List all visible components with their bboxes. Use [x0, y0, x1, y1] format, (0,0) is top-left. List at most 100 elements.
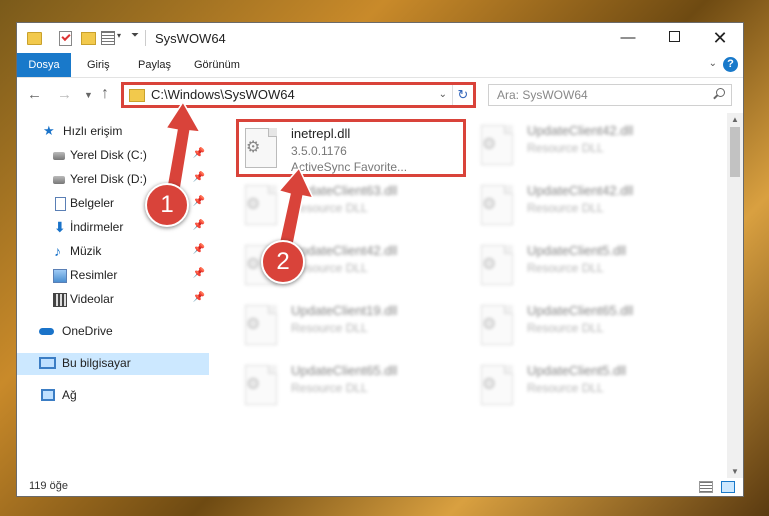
pin-icon[interactable]: 📌 — [193, 196, 205, 207]
customize-toolbar-icon[interactable]: ⏷ — [131, 30, 139, 44]
file-type: Resource DLL — [291, 381, 368, 395]
ribbon-tabs: Dosya Giriş Paylaş Görünüm ⌄ ? — [17, 53, 743, 78]
file-version: 3.5.0.1176 — [291, 144, 347, 158]
file-item[interactable]: ⚙ UpdateClient65.dll Resource DLL — [239, 359, 469, 417]
tab-share[interactable]: Paylaş — [138, 53, 171, 77]
download-icon: ⬇ — [54, 219, 66, 235]
sidebar-item-onedrive[interactable]: OneDrive — [17, 321, 209, 343]
gear-icon: ⚙ — [246, 316, 261, 333]
file-type: Resource DLL — [527, 321, 604, 335]
vertical-scrollbar[interactable]: ▲ ▼ — [727, 113, 743, 478]
tab-file[interactable]: Dosya — [17, 53, 71, 77]
close-button[interactable]: ✕ — [697, 23, 743, 53]
file-item-inetrepl[interactable]: ⚙ inetrepl.dll 3.5.0.1176 ActiveSync Fav… — [236, 119, 466, 177]
navigation-bar: ← → ▼ ↑ C:\Windows\SysWOW64 ⌄ ↻ Ara: Sys… — [17, 78, 743, 112]
maximize-button[interactable] — [651, 23, 697, 53]
file-item[interactable]: ⚙ UpdateClient5.dll Resource DLL — [475, 239, 705, 297]
pin-icon[interactable]: 📌 — [193, 148, 205, 159]
help-icon[interactable]: ? — [723, 57, 738, 72]
music-icon: ♪ — [54, 243, 61, 259]
sidebar-item-label: Belgeler — [70, 196, 115, 210]
scroll-up-icon[interactable]: ▲ — [731, 115, 739, 124]
file-name: UpdateClient63.dll — [291, 183, 398, 198]
sidebar-item-label: Resimler — [70, 268, 118, 282]
file-type: Resource DLL — [291, 201, 368, 215]
view-options-icon[interactable] — [101, 31, 115, 45]
up-arrow-icon[interactable]: ↑ — [101, 85, 109, 103]
sidebar-item-this-pc[interactable]: Bu bilgisayar — [17, 353, 209, 375]
pin-icon[interactable]: 📌 — [193, 292, 205, 303]
address-bar[interactable]: C:\Windows\SysWOW64 ⌄ ↻ — [121, 82, 476, 108]
file-item[interactable]: ⚙ UpdateClient19.dll Resource DLL — [239, 299, 469, 357]
tab-view[interactable]: Görünüm — [194, 53, 240, 77]
chevron-down-icon[interactable]: ▾ — [117, 31, 121, 45]
computer-icon — [39, 357, 56, 369]
file-name: UpdateClient65.dll — [527, 303, 634, 318]
file-description: ActiveSync Favorite... — [291, 160, 408, 174]
sidebar-item-disk-c[interactable]: Yerel Disk (C:) 📌 — [17, 145, 209, 167]
disk-icon — [53, 176, 65, 184]
gear-icon: ⚙ — [246, 376, 261, 393]
expand-ribbon-icon[interactable]: ⌄ — [709, 58, 717, 69]
details-view-icon[interactable] — [699, 481, 713, 493]
pin-icon[interactable]: 📌 — [193, 244, 205, 255]
file-list: ⚙ inetrepl.dll 3.5.0.1176 ActiveSync Fav… — [213, 113, 725, 478]
file-name: UpdateClient5.dll — [527, 363, 627, 378]
folder-icon[interactable] — [27, 32, 42, 45]
sidebar-item-pictures[interactable]: Resimler 📌 — [17, 265, 209, 287]
file-name: UpdateClient42.dll — [527, 123, 634, 138]
file-item[interactable]: ⚙ UpdateClient65.dll Resource DLL — [475, 299, 705, 357]
file-name: UpdateClient5.dll — [527, 243, 627, 258]
back-arrow-icon[interactable]: ← — [27, 86, 42, 103]
title-bar: ▾ ⏷ SysWOW64 — ✕ — [17, 23, 743, 53]
sidebar-item-label: Hızlı erişim — [63, 124, 123, 138]
sidebar-item-videos[interactable]: Videolar 📌 — [17, 289, 209, 311]
chevron-down-icon[interactable]: ⌄ — [439, 89, 447, 100]
sidebar-item-network[interactable]: Ağ — [17, 385, 209, 407]
large-icons-view-icon[interactable] — [721, 481, 735, 493]
file-item[interactable]: ⚙ UpdateClient42.dll Resource DLL — [475, 179, 705, 237]
pin-icon[interactable]: 📌 — [193, 268, 205, 279]
forward-arrow-icon[interactable]: → — [57, 86, 72, 103]
item-count: 119 öğe — [29, 480, 68, 492]
file-name: UpdateClient19.dll — [291, 303, 398, 318]
file-type: Resource DLL — [527, 381, 604, 395]
refresh-icon[interactable]: ↻ — [452, 85, 473, 105]
minimize-button[interactable]: — — [605, 23, 651, 53]
file-name: UpdateClient42.dll — [291, 243, 398, 258]
tab-home[interactable]: Giriş — [87, 53, 110, 77]
file-item[interactable]: ⚙ UpdateClient42.dll Resource DLL — [475, 119, 705, 177]
scroll-down-icon[interactable]: ▼ — [731, 467, 739, 476]
search-input[interactable]: Ara: SysWOW64 — [488, 84, 732, 106]
navigation-pane: ★ Hızlı erişim Yerel Disk (C:) 📌 Yerel D… — [17, 113, 213, 478]
step-1-badge: 1 — [145, 183, 189, 227]
pin-icon[interactable]: 📌 — [193, 220, 205, 231]
gear-icon: ⚙ — [482, 196, 497, 213]
pictures-icon — [53, 269, 67, 283]
pin-icon[interactable]: 📌 — [193, 172, 205, 183]
sidebar-item-label: OneDrive — [62, 324, 113, 338]
status-bar: 119 öğe — [17, 476, 743, 496]
sidebar-item-music[interactable]: ♪ Müzik 📌 — [17, 241, 209, 263]
sidebar-item-label: İndirmeler — [70, 220, 124, 234]
properties-check-icon[interactable] — [59, 31, 72, 46]
recent-locations-icon[interactable]: ▼ — [84, 90, 93, 100]
search-icon[interactable] — [716, 88, 725, 97]
sidebar-item-quick-access[interactable]: ★ Hızlı erişim — [17, 121, 209, 143]
sidebar-item-label: Yerel Disk (D:) — [70, 172, 147, 186]
gear-icon: ⚙ — [246, 256, 261, 273]
folder-icon — [129, 89, 145, 102]
file-type: Resource DLL — [527, 201, 604, 215]
file-item[interactable]: ⚙ UpdateClient63.dll Resource DLL — [239, 179, 469, 237]
new-folder-icon[interactable] — [81, 32, 96, 45]
scrollbar-thumb[interactable] — [730, 127, 740, 177]
maximize-icon — [668, 31, 680, 42]
file-name: UpdateClient42.dll — [527, 183, 634, 198]
sidebar-item-label: Ağ — [62, 388, 77, 402]
file-type: Resource DLL — [527, 141, 604, 155]
gear-icon: ⚙ — [482, 256, 497, 273]
address-path[interactable]: C:\Windows\SysWOW64 — [151, 87, 295, 102]
explorer-window: ▾ ⏷ SysWOW64 — ✕ Dosya Giriş Paylaş Görü… — [16, 22, 744, 497]
sidebar-item-label: Bu bilgisayar — [62, 356, 131, 370]
file-item[interactable]: ⚙ UpdateClient5.dll Resource DLL — [475, 359, 705, 417]
